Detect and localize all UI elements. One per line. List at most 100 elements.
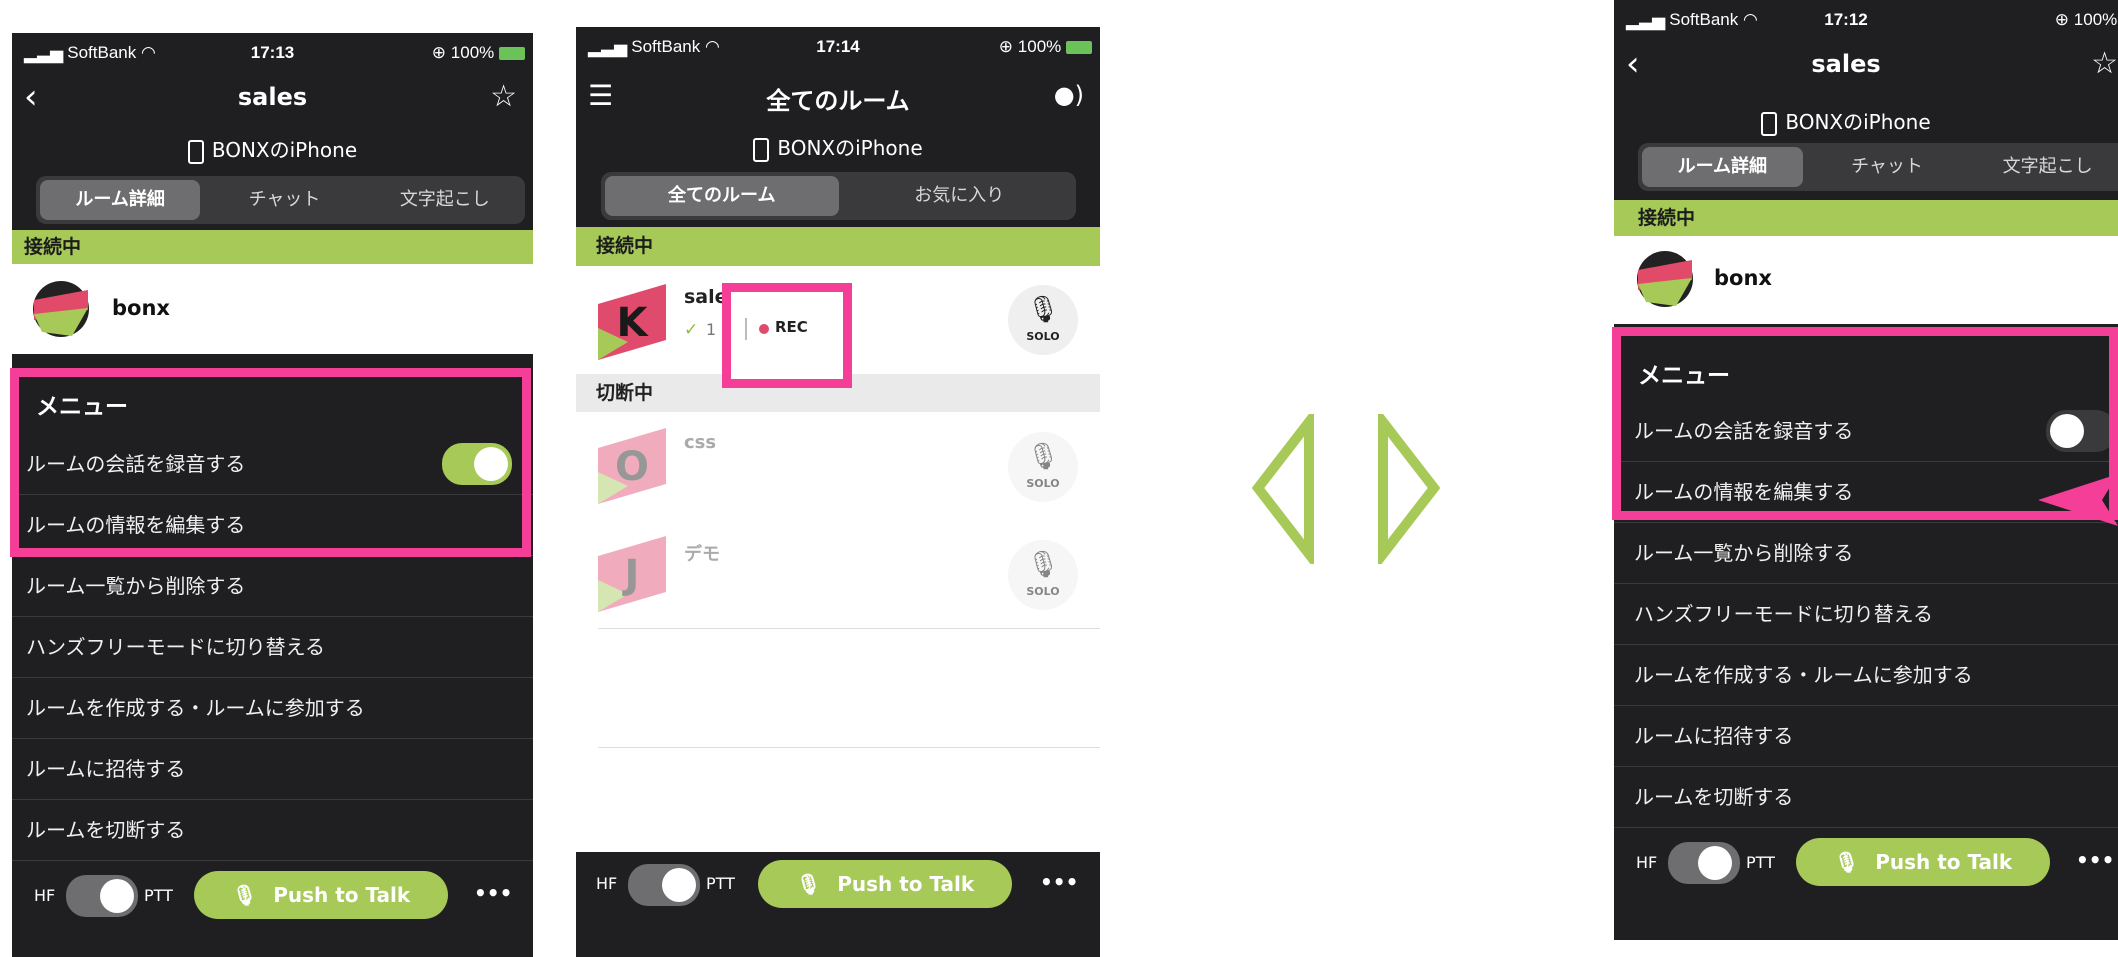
mic-icon: 🎙	[231, 883, 258, 907]
phone-icon	[1761, 111, 1778, 136]
check-icon: ✓	[684, 320, 699, 340]
toggle-knob	[662, 868, 696, 902]
page-title: sales	[237, 83, 308, 111]
room-name: デモ	[684, 544, 720, 565]
menu-item-invite[interactable]: ルームに招待する	[1614, 706, 2118, 767]
user-name: bonx	[1714, 266, 1772, 290]
connected-section-header: 接続中	[12, 230, 533, 264]
device-name: BONXのiPhone	[576, 132, 1100, 162]
rotation-lock-icon: ⊕	[431, 43, 447, 62]
menu-item-invite[interactable]: ルームに招待する	[12, 739, 533, 800]
user-avatar	[1637, 251, 1693, 307]
room-name: css	[684, 432, 717, 453]
menu-item-create-join[interactable]: ルームを作成する・ルームに参加する	[12, 678, 533, 739]
bottom-bar: HF PTT 🎙 Push to Talk •••	[1614, 828, 2118, 940]
room-avatar-letter: O	[615, 444, 649, 490]
highlight-box	[10, 368, 531, 557]
nav-bar: ‹ sales ☆	[1614, 40, 2118, 90]
phone-icon	[187, 139, 204, 164]
tab-transcription[interactable]: 文字起こし	[365, 176, 525, 224]
status-bar: ▂▃▅ SoftBank ◠ 17:12 ⊕ 100%	[1614, 0, 2118, 40]
connected-section-header: 接続中	[1614, 200, 2118, 236]
room-avatar: J	[598, 536, 666, 612]
room-avatar-letter: K	[617, 300, 650, 346]
menu-item-create-join[interactable]: ルームを作成する・ルームに参加する	[1614, 645, 2118, 706]
solo-button[interactable]: 🎙 SOLO	[1008, 432, 1078, 502]
toggle-knob	[100, 879, 134, 913]
segment-control: ルーム詳細 チャット 文字起こし	[1638, 143, 2118, 191]
menu-item-handsfree[interactable]: ハンズフリーモードに切り替える	[12, 617, 533, 678]
mic-icon: 🎙	[795, 872, 822, 896]
mic-icon: 🎙	[1026, 550, 1060, 580]
push-to-talk-button[interactable]: 🎙 Push to Talk	[758, 860, 1012, 908]
list-divider	[598, 747, 1100, 748]
device-name: BONXのiPhone	[12, 134, 533, 164]
menu-item-remove[interactable]: ルーム一覧から削除する	[1614, 523, 2118, 584]
middle-phone-screen: ▂▃▅ SoftBank ◠ 17:14 ⊕ 100% ☰ 全てのルーム ●) B…	[576, 27, 1100, 957]
room-name: sale	[684, 286, 728, 308]
rec-divider	[745, 318, 747, 340]
device-name: BONXのiPhone	[1614, 106, 2118, 136]
nav-bar: ☰ 全てのルーム ●)	[576, 71, 1100, 121]
status-time: 17:12	[1824, 10, 1868, 29]
user-row: bonx	[1614, 236, 2118, 324]
page-title: 全てのルーム	[766, 87, 910, 115]
room-avatar-letter: J	[622, 552, 640, 598]
status-bar: ▂▃▅ SoftBank ◠ 17:14 ⊕ 100%	[576, 27, 1100, 67]
solo-button[interactable]: 🎙 SOLO	[1008, 285, 1078, 355]
room-member-count: 1	[706, 320, 717, 339]
mic-icon: 🎙	[1026, 295, 1060, 325]
swap-arrows-icon	[1252, 414, 1441, 564]
tab-transcription[interactable]: 文字起こし	[1967, 143, 2118, 191]
room-avatar: O	[598, 428, 666, 504]
tab-room-details[interactable]: ルーム詳細	[1642, 147, 1803, 187]
push-to-talk-button[interactable]: 🎙 Push to Talk	[1796, 838, 2050, 886]
hf-ptt-toggle[interactable]	[628, 864, 700, 906]
page-title: sales	[1811, 50, 1881, 78]
hf-label: HF	[1636, 853, 1658, 872]
more-icon[interactable]: •••	[1040, 870, 1078, 894]
menu-item-disconnect[interactable]: ルームを切断する	[1614, 767, 2118, 828]
menu-item-remove[interactable]: ルーム一覧から削除する	[12, 556, 533, 617]
status-battery: ⊕ 100%	[999, 37, 1092, 57]
ptt-label: PTT	[1746, 853, 1775, 872]
tab-chat[interactable]: チャット	[204, 176, 364, 224]
rec-highlight-box: REC	[722, 283, 852, 388]
rotation-lock-icon: ⊕	[2054, 10, 2070, 29]
tab-favorites[interactable]: お気に入り	[843, 172, 1077, 220]
tab-all-rooms[interactable]: 全てのルーム	[605, 176, 839, 216]
hf-label: HF	[596, 874, 618, 893]
status-bar: ▂▃▅ SoftBank ◠ 17:13 ⊕ 100%	[12, 33, 533, 73]
connected-section-header: 接続中	[576, 227, 1100, 266]
push-to-talk-button[interactable]: 🎙 Push to Talk	[194, 871, 448, 919]
toggle-knob	[1698, 846, 1732, 880]
star-icon[interactable]: ☆	[490, 79, 517, 114]
hf-ptt-toggle[interactable]	[1668, 842, 1740, 884]
bottom-bar: HF PTT 🎙 Push to Talk •••	[576, 852, 1100, 957]
user-voice-icon[interactable]: ●)	[1054, 81, 1084, 109]
battery-icon	[499, 47, 525, 61]
mic-icon: 🎙	[1833, 850, 1860, 874]
segment-control: 全てのルーム お気に入り	[601, 172, 1076, 220]
rec-label: REC	[775, 318, 808, 336]
room-row-demo[interactable]: J デモ 🎙 SOLO	[598, 520, 1100, 629]
tab-room-details[interactable]: ルーム詳細	[40, 180, 201, 220]
menu-item-handsfree[interactable]: ハンズフリーモードに切り替える	[1614, 584, 2118, 645]
hf-label: HF	[34, 886, 56, 905]
star-icon[interactable]: ☆	[2091, 46, 2118, 81]
more-icon[interactable]: •••	[2076, 848, 2114, 872]
bottom-bar: HF PTT 🎙 Push to Talk •••	[12, 861, 533, 957]
tab-chat[interactable]: チャット	[1807, 143, 1968, 191]
status-battery: ⊕ 100%	[432, 43, 525, 63]
room-avatar: K	[598, 284, 666, 360]
status-battery: ⊕ 100%	[2054, 10, 2118, 29]
hf-ptt-toggle[interactable]	[66, 875, 138, 917]
solo-button[interactable]: 🎙 SOLO	[1008, 540, 1078, 610]
rec-dot-icon	[759, 324, 769, 334]
more-icon[interactable]: •••	[474, 881, 512, 905]
room-row-css[interactable]: O css 🎙 SOLO	[598, 412, 1100, 521]
pointer-arrow-icon	[2038, 474, 2118, 526]
ptt-label: PTT	[144, 886, 173, 905]
menu-item-disconnect[interactable]: ルームを切断する	[12, 800, 533, 861]
user-row: bonx	[12, 264, 533, 354]
